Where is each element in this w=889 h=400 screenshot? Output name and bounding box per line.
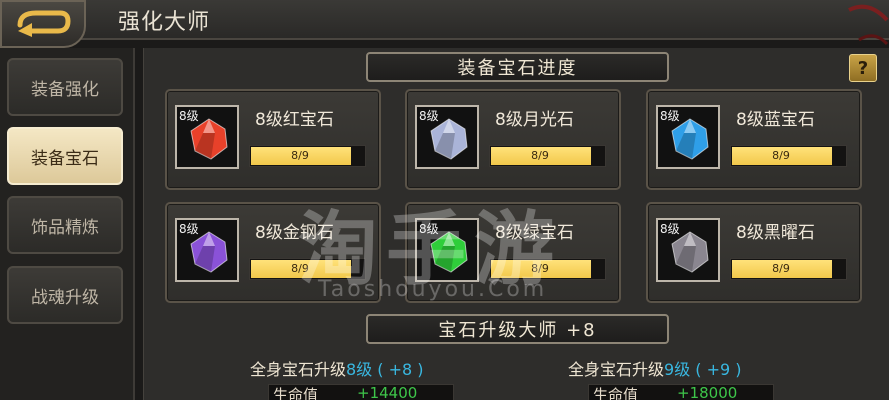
- gem-level-tag: 8级: [179, 109, 199, 123]
- gem-card[interactable]: 8级 8级绿宝石 8/9: [405, 202, 621, 303]
- next-master-level: 全身宝石升级9级 ( +9 ): [568, 360, 742, 379]
- gem-slot[interactable]: 8级: [175, 105, 239, 169]
- gem-level-tag: 8级: [419, 109, 439, 123]
- back-arrow-icon: [17, 10, 71, 37]
- gem-name: 8级红宝石: [255, 110, 334, 130]
- gem-progress-bar: 8/9: [249, 145, 366, 167]
- sidebar-item-label: 装备宝石: [31, 148, 99, 169]
- gem-name: 8级黑曜石: [736, 223, 815, 243]
- gem-card[interactable]: 8级 8级黑曜石 8/9: [646, 202, 862, 303]
- gem-master-title: 宝石升级大师 +8: [366, 314, 669, 344]
- sidebar-item-label: 装备强化: [31, 79, 99, 100]
- gem-slot[interactable]: 8级: [415, 105, 479, 169]
- gem-slot[interactable]: 8级: [415, 218, 479, 282]
- current-master-level: 全身宝石升级8级 ( +8 ): [250, 360, 424, 379]
- sidebar-item-label: 饰品精炼: [31, 217, 99, 238]
- gem-card[interactable]: 8级 8级月光石 8/9: [405, 89, 621, 190]
- gem-progress-text: 8/9: [531, 262, 549, 275]
- gem-level-tag: 8级: [179, 222, 199, 236]
- gem-card[interactable]: 8级 8级金钢石 8/9: [165, 202, 381, 303]
- gem-level-tag: 8级: [419, 222, 439, 236]
- gem-progress-text: 8/9: [291, 262, 309, 275]
- gem-progress-text: 8/9: [772, 149, 790, 162]
- gem-level-tag: 8级: [660, 222, 680, 236]
- sidebar-item-label: 战魂升级: [31, 287, 99, 308]
- gem-slot[interactable]: 8级: [175, 218, 239, 282]
- next-hp-stat: 生命值 +18000: [588, 384, 774, 400]
- gem-slot[interactable]: 8级: [656, 105, 720, 169]
- gem-name: 8级绿宝石: [495, 223, 574, 243]
- gem-progress-title: 装备宝石进度: [366, 52, 669, 82]
- sidebar-item-equipment-gems[interactable]: 装备宝石: [7, 127, 123, 185]
- gem-progress-bar: 8/9: [489, 145, 606, 167]
- top-bar: 强化大师: [0, 0, 889, 48]
- gem-slot[interactable]: 8级: [656, 218, 720, 282]
- gem-progress-bar: 8/9: [730, 145, 847, 167]
- page-title: 强化大师: [118, 10, 211, 35]
- gem-progress-bar: 8/9: [730, 258, 847, 280]
- gem-name: 8级金钢石: [255, 223, 334, 243]
- gem-progress-bar: 8/9: [249, 258, 366, 280]
- gem-name: 8级蓝宝石: [736, 110, 815, 130]
- help-icon[interactable]: ?: [849, 54, 877, 82]
- current-hp-stat: 生命值 +14400: [268, 384, 454, 400]
- back-button[interactable]: [0, 0, 86, 48]
- sidebar: 装备强化 装备宝石 饰品精炼 战魂升级: [0, 48, 135, 400]
- gem-level-tag: 8级: [660, 109, 680, 123]
- gem-card[interactable]: 8级 8级蓝宝石 8/9: [646, 89, 862, 190]
- gem-progress-text: 8/9: [291, 149, 309, 162]
- gem-progress-bar: 8/9: [489, 258, 606, 280]
- gem-name: 8级月光石: [495, 110, 574, 130]
- sidebar-item-accessory-refine[interactable]: 饰品精炼: [7, 196, 123, 254]
- sidebar-item-equipment-enhance[interactable]: 装备强化: [7, 58, 123, 116]
- gem-progress-text: 8/9: [531, 149, 549, 162]
- gem-card[interactable]: 8级 8级红宝石 8/9: [165, 89, 381, 190]
- sidebar-item-soul-upgrade[interactable]: 战魂升级: [7, 266, 123, 324]
- gem-progress-text: 8/9: [772, 262, 790, 275]
